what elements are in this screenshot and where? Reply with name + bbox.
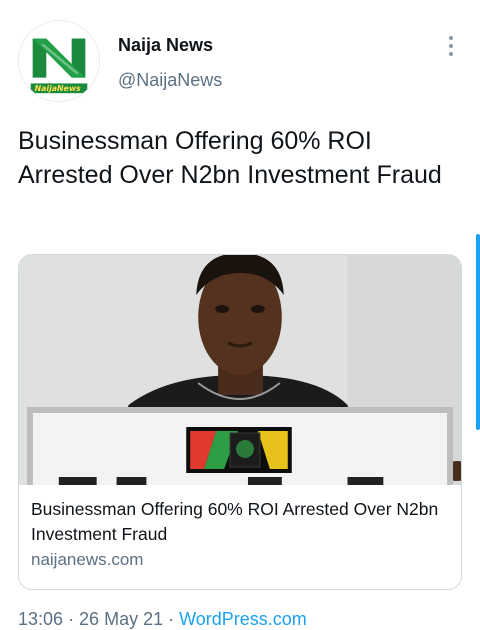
svg-text:NaijaNews: NaijaNews — [35, 84, 81, 93]
more-options-button[interactable] — [440, 34, 462, 58]
card-title[interactable]: Businessman Offering 60% ROI Arrested Ov… — [31, 497, 449, 547]
card-body: Businessman Offering 60% ROI Arrested Ov… — [19, 485, 461, 570]
naija-news-logo: NaijaNews — [19, 21, 99, 101]
author-handle[interactable]: @NaijaNews — [118, 70, 222, 91]
card-domain: naijanews.com — [31, 550, 144, 569]
tweet-date[interactable]: 26 May 21 — [79, 609, 163, 629]
meta-separator: · — [63, 609, 80, 629]
tweet-time[interactable]: 13:06 — [18, 609, 63, 629]
tweet-meta: 13:06 · 26 May 21 · WordPress.com — [18, 609, 307, 630]
meta-separator: · — [163, 609, 180, 629]
more-vertical-icon-dot — [449, 52, 453, 56]
more-vertical-icon — [449, 36, 453, 40]
arrested-man-photo — [19, 255, 461, 485]
more-vertical-icon-dot — [449, 44, 453, 48]
card-image — [19, 255, 461, 485]
tweet-source-link[interactable]: WordPress.com — [179, 609, 307, 629]
author-display-name[interactable]: Naija News — [118, 35, 213, 56]
scrollbar[interactable] — [476, 234, 480, 430]
link-preview-card[interactable]: Businessman Offering 60% ROI Arrested Ov… — [18, 254, 462, 590]
author-avatar[interactable]: NaijaNews — [18, 20, 100, 102]
tweet-text: Businessman Offering 60% ROI Arrested Ov… — [18, 127, 442, 189]
